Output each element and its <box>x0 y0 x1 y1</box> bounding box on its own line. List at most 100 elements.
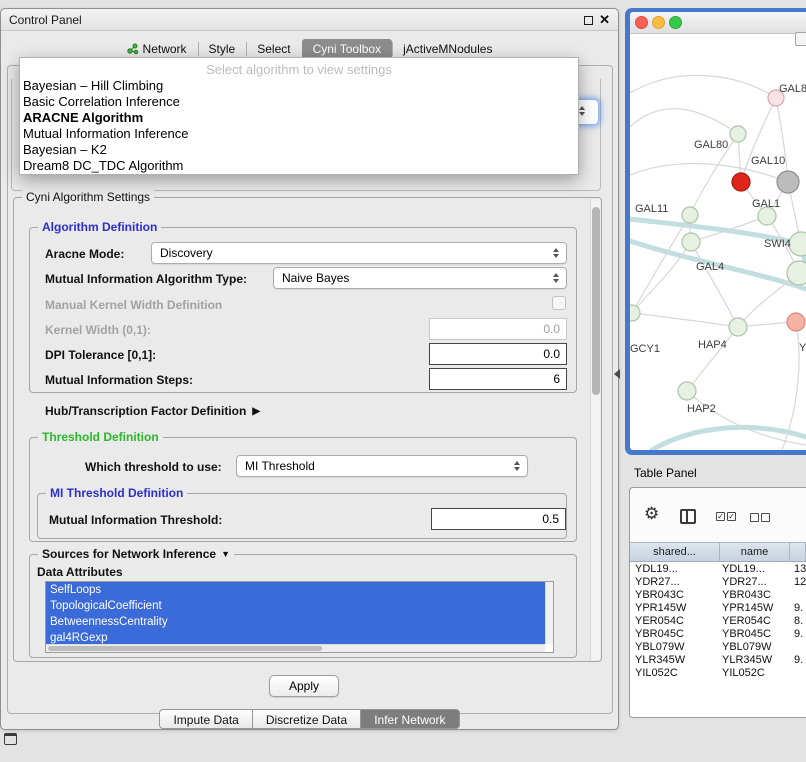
algorithm-option-bayesian-k2[interactable]: Bayesian – K2 <box>20 142 578 158</box>
algorithm-option-aracne-algorithm[interactable]: ARACNE Algorithm <box>20 110 578 126</box>
network-node-green[interactable] <box>630 305 640 321</box>
table-cell: YER054C <box>630 615 720 628</box>
combo-arrows-icon <box>553 273 559 283</box>
network-node-gray[interactable] <box>777 171 799 193</box>
algorithm-option-bayesian-hill-climbing[interactable]: Bayesian – Hill Climbing <box>20 78 578 94</box>
network-canvas[interactable]: GAL8GAL80GAL10GAL1GAL11SWI4GAL4GCY1HAP4H… <box>630 35 806 450</box>
network-window-titlebar[interactable] <box>630 12 806 34</box>
column-header-name[interactable]: name <box>720 543 790 561</box>
network-edge <box>776 98 788 182</box>
network-node-salmon[interactable] <box>787 313 805 331</box>
algorithm-option-basic-correlation-inference[interactable]: Basic Correlation Inference <box>20 94 578 110</box>
network-node-green[interactable] <box>729 318 747 336</box>
network-edge <box>630 109 738 134</box>
scrollbar-thumb[interactable] <box>48 646 322 651</box>
tab-style[interactable]: Style <box>198 39 247 59</box>
which-threshold-select[interactable]: MI Threshold <box>236 455 528 477</box>
network-node-label: GAL10 <box>751 155 785 167</box>
deselect-all-checkboxes-icon[interactable] <box>750 513 770 522</box>
tab-network[interactable]: Network <box>116 39 198 59</box>
apply-button[interactable]: Apply <box>269 675 339 697</box>
data-attributes-list[interactable]: SelfLoopsTopologicalCoefficientBetweenne… <box>45 581 554 653</box>
network-node-label: HAP2 <box>687 403 716 415</box>
table-row[interactable]: YBR045CYBR045C9. <box>630 628 806 641</box>
algorithm-dropdown-popup: Select algorithm to view settings Bayesi… <box>19 57 579 175</box>
data-attributes-label: Data Attributes <box>37 565 123 579</box>
zoom-traffic-light-icon[interactable] <box>669 16 682 29</box>
table-row[interactable]: YPR145WYPR145W9. <box>630 602 806 615</box>
close-icon[interactable]: ✕ <box>599 12 610 28</box>
dpi-tolerance-field[interactable]: 0.0 <box>429 343 567 365</box>
kernel-width-field[interactable]: 0.0 <box>429 318 567 340</box>
table-row[interactable]: YDL19...YDL19...13 <box>630 563 806 576</box>
list-vertical-scrollbar[interactable] <box>545 582 553 644</box>
table-cell: 9. <box>790 602 806 615</box>
column-header-shared[interactable]: shared... <box>630 543 720 561</box>
tab-label: jActiveMNodules <box>403 42 492 56</box>
table-cell: YDR27... <box>720 576 790 589</box>
column-header-blank[interactable] <box>790 543 806 561</box>
columns-icon[interactable] <box>680 509 696 524</box>
network-node-label: GAL1 <box>752 198 780 210</box>
attribute-item-topologicalcoefficient[interactable]: TopologicalCoefficient <box>46 598 545 614</box>
network-node-green[interactable] <box>730 126 746 142</box>
combo-arrows-icon <box>553 248 559 258</box>
table-cell: 8. <box>790 615 806 628</box>
network-node-green[interactable] <box>678 382 696 400</box>
mi-threshold-field[interactable]: 0.5 <box>431 508 566 530</box>
sources-group-title[interactable]: Sources for Network Inference ▼ <box>38 547 234 561</box>
attribute-item-betweennesscentrality[interactable]: BetweennessCentrality <box>46 614 545 630</box>
mi-steps-field[interactable]: 6 <box>429 368 567 390</box>
aracne-mode-select[interactable]: Discovery <box>151 242 567 264</box>
algorithm-option-list: Bayesian – Hill ClimbingBasic Correlatio… <box>20 78 578 174</box>
attribute-item-selfloops[interactable]: SelfLoops <box>46 582 545 598</box>
hub-definition-expander[interactable]: Hub/Transcription Factor Definition ▶ <box>45 404 260 418</box>
table-cell: YBR045C <box>720 628 790 641</box>
algorithm-option-mutual-information-inference[interactable]: Mutual Information Inference <box>20 126 578 142</box>
network-node-green[interactable] <box>789 232 806 256</box>
panel-collapse-arrow-icon[interactable] <box>614 369 620 379</box>
network-node-green[interactable] <box>787 261 806 285</box>
manual-kernel-width-checkbox[interactable] <box>552 296 566 310</box>
tab-select[interactable]: Select <box>246 39 301 59</box>
float-window-icon[interactable] <box>584 16 593 25</box>
tab-jactivemnodules[interactable]: jActiveMNodules <box>392 39 503 59</box>
table-row[interactable]: YIL052CYIL052C <box>630 667 806 680</box>
table-row[interactable]: YBL079WYBL079W <box>630 641 806 654</box>
minimized-panel-icon[interactable] <box>4 733 17 745</box>
table-row[interactable]: YDR27...YDR27...12 <box>630 576 806 589</box>
network-node-green[interactable] <box>682 207 698 223</box>
table-cell: YIL052C <box>720 667 790 680</box>
minimize-traffic-light-icon[interactable] <box>652 16 665 29</box>
table-cell <box>790 667 806 680</box>
table-row[interactable]: YBR043CYBR043C <box>630 589 806 602</box>
tab-impute-data[interactable]: Impute Data <box>159 709 252 729</box>
algorithm-option-dream8-dc-tdc-algorithm[interactable]: Dream8 DC_TDC Algorithm <box>20 158 578 174</box>
table-cell: YBL079W <box>720 641 790 654</box>
network-edge <box>691 242 738 327</box>
checked-box-icon: ✓ <box>727 512 736 521</box>
gear-icon[interactable]: ⚙ <box>644 504 659 524</box>
control-panel-window: Control Panel ✕ NetworkStyleSelectCyni T… <box>0 8 619 730</box>
mi-algorithm-type-select[interactable]: Naive Bayes <box>273 267 567 289</box>
network-graph[interactable]: GAL8GAL80GAL10GAL1GAL11SWI4GAL4GCY1HAP4H… <box>630 35 806 450</box>
tab-infer-network[interactable]: Infer Network <box>361 709 459 729</box>
scrollbar-thumb[interactable] <box>592 207 600 395</box>
network-node-red[interactable] <box>732 173 750 191</box>
table-row[interactable]: YER054CYER054C8. <box>630 615 806 628</box>
which-threshold-value: MI Threshold <box>237 459 514 473</box>
table-body: YDL19...YDL19...13YDR27...YDR27...12YBR0… <box>630 563 806 717</box>
aracne-mode-label: Aracne Mode: <box>45 247 124 261</box>
list-horizontal-scrollbar[interactable] <box>46 644 545 652</box>
table-row[interactable]: YLR345WYLR345W9. <box>630 654 806 667</box>
control-panel-titlebar[interactable]: Control Panel ✕ <box>1 9 618 31</box>
settings-scrollbar[interactable] <box>590 199 600 660</box>
table-cell: YBR045C <box>630 628 720 641</box>
tab-discretize-data[interactable]: Discretize Data <box>253 709 361 729</box>
network-node-green[interactable] <box>682 233 700 251</box>
select-all-checkboxes-icon[interactable]: ✓ ✓ <box>716 512 736 521</box>
close-traffic-light-icon[interactable] <box>635 16 648 29</box>
tab-cyni-toolbox[interactable]: Cyni Toolbox <box>302 39 392 59</box>
mi-threshold-label: Mutual Information Threshold: <box>49 513 222 527</box>
mi-algorithm-type-label: Mutual Information Algorithm Type: <box>45 272 247 286</box>
